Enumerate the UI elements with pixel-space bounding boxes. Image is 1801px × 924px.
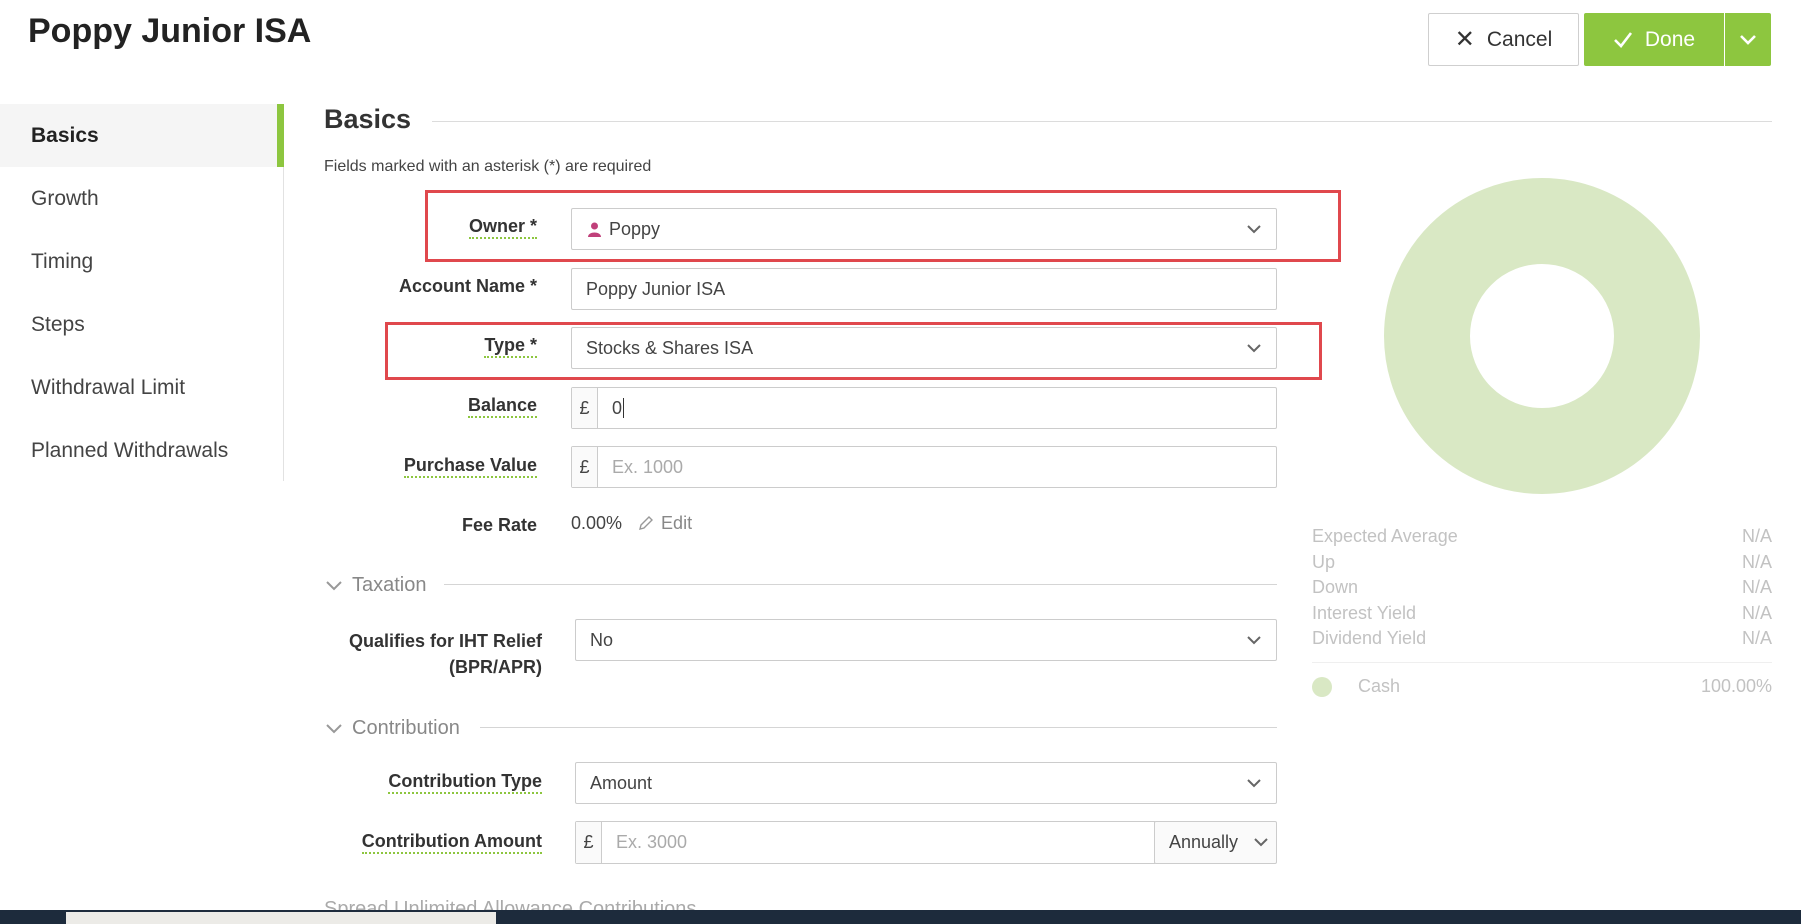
stats-divider [1312,661,1772,663]
allocation-donut-chart [1384,178,1700,494]
account-name-input[interactable]: Poppy Junior ISA [571,268,1277,310]
stat-row-dividend-yield: Dividend Yield N/A [1312,628,1772,649]
balance-input[interactable]: £ 0​ [571,387,1277,429]
sidebar-item-label: Withdrawal Limit [31,375,186,399]
sidebar-item-withdrawal-limit[interactable]: Withdrawal Limit [0,356,283,419]
stat-row-down: Down N/A [1312,577,1772,598]
owner-select[interactable]: Poppy [571,208,1277,250]
sidebar-item-label: Basics [31,123,99,147]
taxation-toggle[interactable]: Taxation [326,574,427,597]
sidebar-item-label: Steps [31,312,85,336]
account-name-label: Account Name * [398,276,537,296]
sidebar-nav: Basics Growth Timing Steps Withdrawal Li… [0,104,284,481]
stats-panel: Expected Average N/A Up N/A Down N/A Intere… [1312,524,1772,701]
chevron-down-icon [326,723,342,733]
section-title: Basics [324,104,412,134]
close-icon: ✕ [1454,25,1475,53]
sidebar-item-label: Timing [31,249,94,273]
fee-rate-label: Fee Rate [461,515,537,535]
done-button[interactable]: Done [1584,13,1724,66]
stat-row-up: Up N/A [1312,551,1772,572]
pencil-icon [639,516,654,530]
chevron-down-icon [1232,343,1276,353]
fee-rate-value: 0.00% [571,513,623,533]
fee-rate-edit-link[interactable]: Edit [638,513,692,534]
legend-percent: 100.00% [1700,676,1772,696]
currency-addon: £ [572,388,598,428]
allocation-legend-row: Cash 100.00% [1312,673,1772,701]
iht-relief-value: No [590,629,614,650]
balance-label: Balance [400,395,537,418]
chevron-down-icon [1232,224,1276,234]
owner-label: Owner * [380,216,537,239]
os-taskbar [0,910,1801,924]
currency-addon: £ [572,447,598,487]
purchase-value-placeholder: Ex. 1000 [612,456,684,477]
contribution-frequency-select[interactable]: Annually [1154,821,1277,864]
sidebar-item-basics[interactable]: Basics [0,104,284,167]
done-options-button[interactable] [1725,13,1771,66]
donut-slice-cash [1384,178,1700,494]
stat-row-interest-yield: Interest Yield N/A [1312,602,1772,623]
contribution-type-select[interactable]: Amount [575,762,1277,804]
contribution-type-value: Amount [590,772,653,793]
chevron-down-icon [1246,838,1276,847]
contribution-amount-input[interactable]: £ Ex. 3000 [575,821,1155,864]
contribution-toggle[interactable]: Contribution [326,717,460,740]
check-icon [1613,31,1632,48]
contribution-amount-label: Contribution Amount [330,831,542,854]
fee-rate-display: 0.00% Edit [571,513,692,534]
sidebar-item-timing[interactable]: Timing [0,230,283,293]
cancel-label: Cancel [1486,27,1553,51]
sidebar-item-steps[interactable]: Steps [0,293,283,356]
iht-relief-label: Qualifies for IHT Relief (BPR/APR) [348,631,542,677]
contribution-type-label: Contribution Type [340,771,542,794]
fee-rate-edit-label: Edit [661,513,693,533]
chevron-down-icon [1740,34,1756,45]
taxation-title: Taxation [352,574,427,596]
taskbar-window-thumbnail[interactable] [66,912,496,924]
contribution-title: Contribution [352,717,460,739]
app-root: Poppy Junior ISA ✕ Cancel Done Basics Gr… [0,0,1801,924]
sidebar-item-label: Growth [31,186,99,210]
sidebar-item-growth[interactable]: Growth [0,167,283,230]
stat-row-expected-average: Expected Average N/A [1312,526,1772,547]
section-divider [432,121,1772,122]
sidebar-item-planned-withdrawals[interactable]: Planned Withdrawals [0,419,283,482]
purchase-value-label: Purchase Value [380,455,537,478]
chevron-down-icon [326,580,342,590]
taxation-divider [444,584,1277,585]
person-icon [572,222,601,237]
chevron-down-icon [1232,778,1276,788]
sidebar-item-label: Planned Withdrawals [31,438,229,462]
legend-swatch-cash [1312,676,1332,697]
balance-value: 0​ [612,397,625,418]
account-name-value: Poppy Junior ISA [586,278,726,299]
required-note: Fields marked with an asterisk (*) are r… [324,158,652,175]
cancel-button[interactable]: ✕ Cancel [1428,13,1579,66]
type-value: Stocks & Shares ISA [586,337,754,358]
done-label: Done [1644,27,1696,51]
iht-relief-select[interactable]: No [575,619,1277,661]
type-select[interactable]: Stocks & Shares ISA [571,327,1277,369]
page-title: Poppy Junior ISA [28,12,312,50]
legend-name: Cash [1358,676,1401,696]
type-label: Type * [400,335,537,358]
contribution-amount-placeholder: Ex. 3000 [616,832,688,852]
contribution-divider [480,727,1277,728]
purchase-value-input[interactable]: £ Ex. 1000 [571,446,1277,488]
chevron-down-icon [1232,635,1276,645]
owner-value: Poppy [609,218,661,239]
currency-addon: £ [576,822,602,863]
contribution-frequency-value: Annually [1169,832,1239,852]
